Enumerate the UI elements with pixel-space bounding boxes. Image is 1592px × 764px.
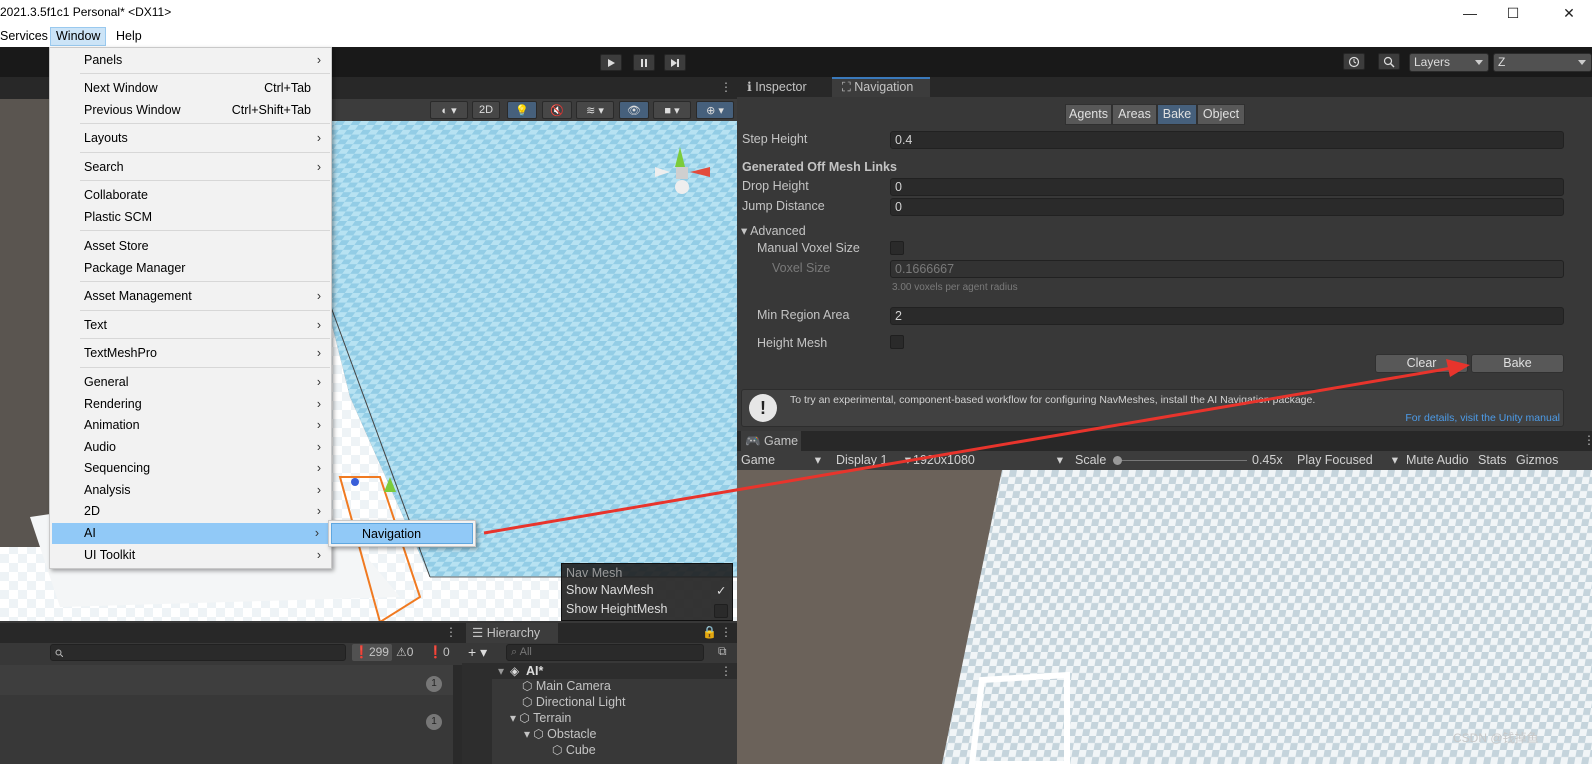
watermark: CSDN @钱掉鱼 (1453, 731, 1539, 745)
annotation-arrow (483, 359, 1470, 535)
